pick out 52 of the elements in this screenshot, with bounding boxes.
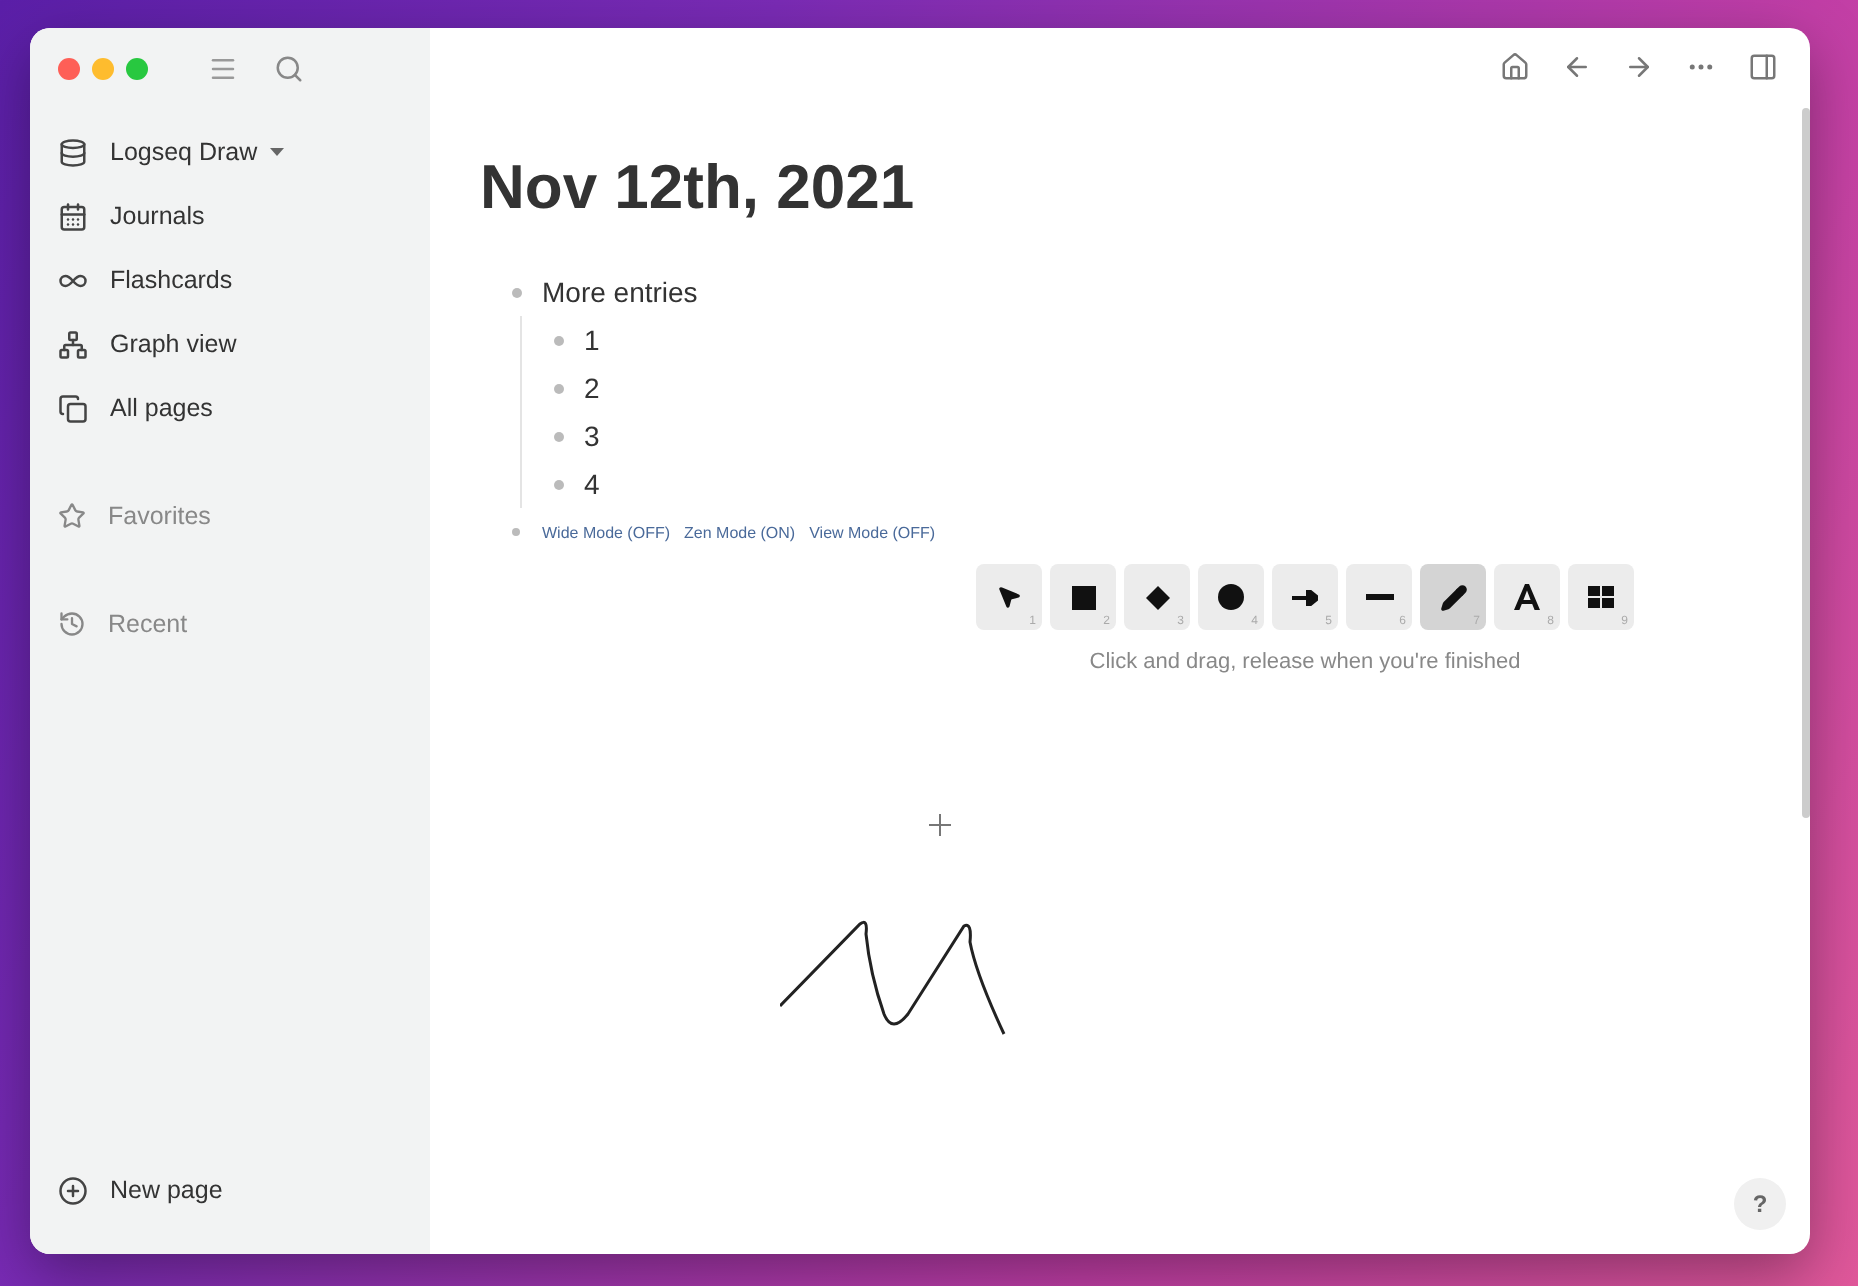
block-text: 4 bbox=[584, 468, 600, 500]
maximize-icon[interactable] bbox=[126, 57, 148, 79]
section-header[interactable]: Favorites bbox=[58, 484, 402, 548]
letter-icon bbox=[1514, 584, 1540, 610]
nav-item[interactable]: Graph view bbox=[58, 312, 402, 376]
search-icon[interactable] bbox=[274, 53, 304, 83]
bullet-icon[interactable] bbox=[512, 528, 520, 536]
block-text: More entries bbox=[542, 276, 698, 308]
page-title: Nov 12th, 2021 bbox=[480, 152, 917, 224]
minimize-icon[interactable] bbox=[92, 57, 114, 79]
diamond-icon bbox=[1145, 585, 1169, 609]
forward-icon[interactable] bbox=[1624, 52, 1654, 82]
database-icon bbox=[58, 137, 88, 167]
grid-icon bbox=[1588, 586, 1614, 608]
crosshair-icon bbox=[928, 814, 952, 837]
back-icon[interactable] bbox=[1562, 52, 1592, 82]
mode-link[interactable]: Wide Mode (OFF) bbox=[542, 523, 671, 541]
block-text: 1 bbox=[584, 324, 600, 356]
repo-selector[interactable]: Logseq Draw bbox=[58, 120, 402, 184]
scrollbar[interactable] bbox=[1802, 108, 1810, 818]
sidebar-toggle-icon[interactable] bbox=[1748, 52, 1778, 82]
caret-icon bbox=[269, 148, 284, 156]
mode-link[interactable]: View Mode (OFF) bbox=[809, 523, 936, 541]
history-icon bbox=[58, 610, 86, 638]
star-icon bbox=[58, 502, 86, 530]
new-page-button[interactable]: New page bbox=[58, 1158, 402, 1222]
square-icon bbox=[1071, 585, 1095, 609]
bullet-icon[interactable] bbox=[554, 335, 564, 345]
pencil-icon bbox=[1439, 583, 1467, 611]
pages-icon bbox=[58, 393, 88, 423]
nav-item[interactable]: Journals bbox=[58, 184, 402, 248]
hint-text: Click and drag, release when you're finished bbox=[1089, 650, 1521, 674]
bullet-icon[interactable] bbox=[554, 479, 564, 489]
calendar-icon bbox=[58, 201, 88, 231]
close-icon[interactable] bbox=[58, 57, 80, 79]
circle-icon bbox=[1218, 584, 1244, 610]
menu-icon[interactable] bbox=[208, 53, 238, 83]
mode-link[interactable]: Zen Mode (ON) bbox=[684, 523, 796, 541]
block-text: 2 bbox=[584, 372, 600, 404]
arrow-icon bbox=[1292, 589, 1318, 605]
pointer-icon bbox=[996, 584, 1022, 610]
nav-item[interactable]: All pages bbox=[58, 376, 402, 440]
bullet-icon[interactable] bbox=[554, 383, 564, 393]
bullet-icon[interactable] bbox=[512, 287, 522, 297]
bullet-icon[interactable] bbox=[554, 431, 564, 441]
home-icon[interactable] bbox=[1500, 52, 1530, 82]
graph-icon bbox=[58, 329, 88, 359]
nav-item[interactable]: Flashcards bbox=[58, 248, 402, 312]
help-button[interactable]: ? bbox=[1734, 1178, 1786, 1230]
plus-icon bbox=[58, 1175, 88, 1205]
block-text: 3 bbox=[584, 420, 600, 452]
section-header[interactable]: Recent bbox=[58, 592, 402, 656]
